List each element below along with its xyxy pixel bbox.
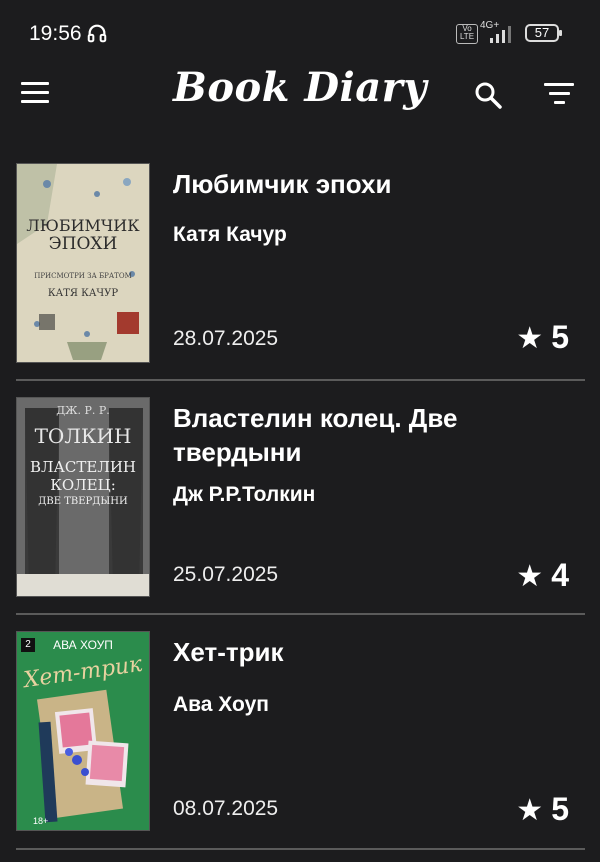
star-icon: ★ [516,794,544,827]
status-bar: 19:56 Vo LTE 4G+ 57 [0,0,600,62]
headphones-icon [87,24,107,43]
rating-value: 5 [551,791,569,827]
app-title: Book Diary [173,64,427,111]
book-list-item[interactable]: 2 АВА ХОУП Хет-трик 18+ Хет-трик Ава Хоу… [16,631,585,833]
book-rating: ★ 5 [516,319,569,356]
book-author: Катя Качур [173,223,287,246]
cover-line: ЭПОХИ [48,234,118,254]
book-title: Хет-трик [173,637,284,667]
book-date: 25.07.2025 [173,563,279,586]
book-date: 08.07.2025 [173,797,279,820]
signal-icon [490,26,511,43]
book-rating: ★ 4 [516,557,569,594]
star-icon: ★ [516,322,544,355]
cover-author: ТОЛКИН [34,424,132,448]
menu-icon[interactable] [21,82,49,106]
cover-subtitle: ПРИСМОТРИ ЗА БРАТОМ [34,272,132,280]
divider [16,848,585,850]
book-cover: ЛЮБИМЧИК ЭПОХИ ПРИСМОТРИ ЗА БРАТОМ КАТЯ … [16,163,150,363]
cover-line: ДВЕ ТВЕРДЫНИ [38,496,128,507]
cover-line: КОЛЕЦ: [50,476,116,494]
cover-illustration [17,164,149,362]
cover-age: 18+ [33,816,49,826]
app-bar: Book Diary [0,62,600,128]
divider [16,379,585,381]
status-time: 19:56 [29,22,82,45]
rating-value: 4 [551,557,569,593]
star-icon: ★ [516,560,544,593]
book-title: Любимчик эпохи [173,169,392,199]
cover-line: ВЛАСТЕЛИН [29,458,136,476]
book-cover: 2 АВА ХОУП Хет-трик 18+ [16,631,150,831]
search-icon[interactable] [473,80,503,110]
book-author: Ава Хоуп [173,693,269,716]
book-rating: ★ 5 [516,791,569,828]
cover-line: ЛЮБИМЧИК [26,216,140,235]
battery-icon: 57 [525,24,562,42]
book-list-item[interactable]: ЛЮБИМЧИК ЭПОХИ ПРИСМОТРИ ЗА БРАТОМ КАТЯ … [16,163,585,365]
book-date: 28.07.2025 [173,327,279,350]
book-author: Дж Р.Р.Толкин [173,483,316,506]
cover-author: КАТЯ КАЧУР [47,288,119,299]
cover-author: ДЖ. Р. Р. [56,404,110,417]
book-list-item[interactable]: ДЖ. Р. Р. ТОЛКИН ВЛАСТЕЛИН КОЛЕЦ: ДВЕ ТВ… [16,397,585,599]
volte-icon: Vo LTE [456,24,478,44]
book-title: Властелин колец. Две твердыни [173,403,458,467]
book-cover: ДЖ. Р. Р. ТОЛКИН ВЛАСТЕЛИН КОЛЕЦ: ДВЕ ТВ… [16,397,150,597]
filter-icon[interactable] [544,83,574,107]
rating-value: 5 [551,319,569,355]
divider [16,613,585,615]
cover-author: АВА ХОУП [53,638,113,652]
